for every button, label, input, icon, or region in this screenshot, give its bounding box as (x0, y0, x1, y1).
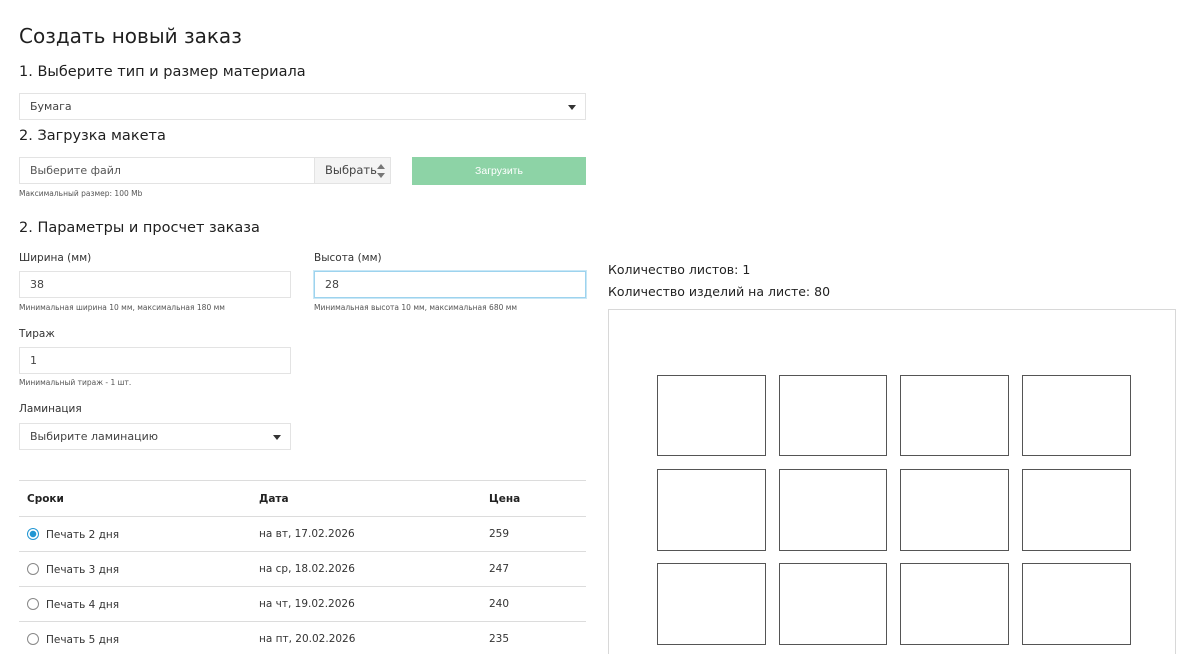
term-label: Печать 4 дня (46, 598, 120, 611)
layout-cell (1022, 469, 1131, 551)
terms-table: Сроки Дата Цена Печать 2 дня на вт, 17.0… (19, 480, 586, 654)
header-price: Цена (489, 480, 586, 517)
radio-icon[interactable] (27, 562, 39, 575)
height-hint: Минимальная высота 10 мм, максимальная 6… (314, 303, 518, 312)
table-row[interactable]: Печать 5 дня на пт, 20.02.2026 235 (19, 622, 586, 654)
material-heading: 1. Выберите тип и размер материала (19, 64, 306, 80)
lamination-label: Ламинация (19, 403, 82, 415)
spinner-up-icon (377, 164, 385, 169)
term-label: Печать 5 дня (46, 633, 120, 646)
table-row[interactable]: Печать 4 дня на чт, 19.02.2026 240 (19, 586, 586, 622)
sheet-preview (608, 309, 1176, 654)
table-header-row: Сроки Дата Цена (19, 480, 586, 517)
caret-down-icon (273, 435, 281, 440)
items-per-sheet: Количество изделий на листе: 80 (608, 284, 831, 299)
price-cell: 247 (489, 551, 586, 587)
layout-cell (1022, 375, 1131, 456)
date-cell: на пт, 20.02.2026 (259, 633, 356, 646)
price-cell: 259 (489, 516, 586, 552)
file-browse-label: Выбрать (325, 163, 377, 177)
height-label: Высота (мм) (314, 252, 382, 264)
layout-cell (900, 563, 1009, 645)
upload-heading: 2. Загрузка макета (19, 128, 166, 144)
width-label: Ширина (мм) (19, 252, 92, 264)
file-input-placeholder: Выберите файл (30, 164, 121, 177)
layout-cell (779, 375, 887, 456)
price-cell: 240 (489, 586, 586, 622)
layout-cell (657, 563, 766, 645)
height-value: 28 (325, 278, 339, 291)
height-input[interactable]: 28 (314, 271, 586, 298)
max-size-hint: Максимальный размер: 100 Mb (19, 189, 143, 198)
date-cell: на вт, 17.02.2026 (259, 516, 489, 552)
radio-selected-icon[interactable] (27, 527, 39, 540)
header-term: Сроки (19, 480, 259, 517)
run-label: Тираж (19, 328, 55, 340)
sheets-count: Количество листов: 1 (608, 262, 751, 277)
material-select-value: Бумага (30, 100, 72, 113)
header-date: Дата (259, 480, 489, 517)
lamination-select[interactable]: Выбирите ламинацию (19, 423, 291, 450)
run-input[interactable]: 1 (19, 347, 291, 374)
material-select[interactable]: Бумага (19, 93, 586, 120)
price-cell: 235 (489, 633, 510, 646)
width-hint: Минимальная ширина 10 мм, максимальная 1… (19, 303, 225, 312)
width-value: 38 (30, 278, 44, 291)
term-label: Печать 2 дня (46, 528, 120, 541)
params-heading: 2. Параметры и просчет заказа (19, 220, 260, 236)
date-cell: на чт, 19.02.2026 (259, 586, 489, 622)
spinner-down-icon (377, 173, 385, 178)
table-row[interactable]: Печать 2 дня на вт, 17.02.2026 259 (19, 516, 586, 552)
caret-down-icon (568, 105, 576, 110)
table-row[interactable]: Печать 3 дня на ср, 18.02.2026 247 (19, 551, 586, 587)
layout-cell (779, 469, 887, 551)
term-label: Печать 3 дня (46, 563, 120, 576)
run-value: 1 (30, 354, 37, 367)
file-input[interactable]: Выберите файл (19, 157, 315, 184)
layout-cell (900, 469, 1009, 551)
layout-cell (657, 375, 766, 456)
layout-cell (900, 375, 1009, 456)
date-cell: на ср, 18.02.2026 (259, 551, 489, 587)
layout-cell (657, 469, 766, 551)
layout-cell (1022, 563, 1131, 645)
page-title: Создать новый заказ (19, 24, 242, 48)
lamination-select-value: Выбирите ламинацию (30, 430, 159, 443)
file-browse-button[interactable]: Выбрать (315, 157, 391, 184)
radio-icon[interactable] (27, 597, 39, 610)
radio-icon[interactable] (27, 632, 39, 645)
width-input[interactable]: 38 (19, 271, 291, 298)
layout-cell (779, 563, 887, 645)
upload-button[interactable]: Загрузить (412, 157, 586, 185)
run-hint: Минимальный тираж - 1 шт. (19, 378, 132, 387)
